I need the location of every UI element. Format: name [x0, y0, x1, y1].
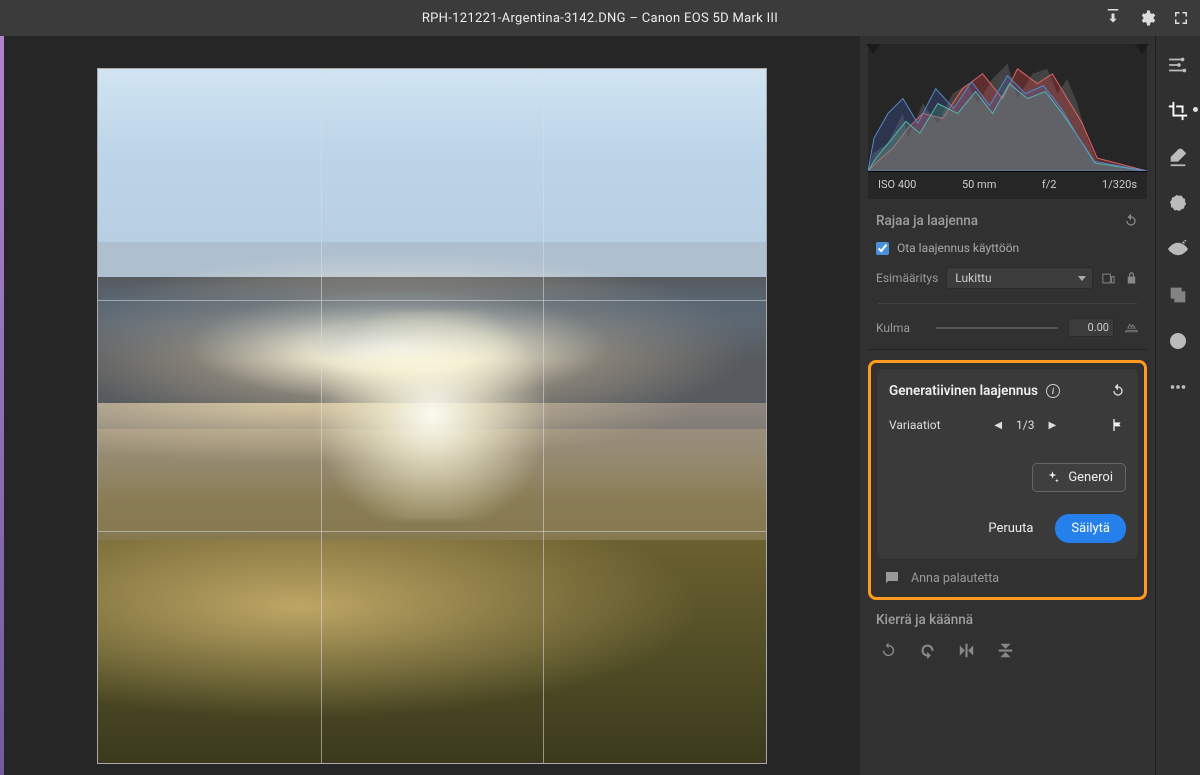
shadow-clip-icon[interactable] — [866, 44, 880, 54]
variations-nav: ◀ 1/3 ▶ — [994, 418, 1056, 432]
topbar: RPH-121221-Argentina-3142.DNG – Canon EO… — [0, 0, 1200, 36]
rotate-icons — [876, 640, 1139, 661]
histogram-section: ISO 400 50 mm f/2 1/320s — [860, 36, 1155, 201]
gear-icon[interactable] — [1138, 9, 1156, 27]
active-tool-indicator — [1193, 107, 1198, 112]
reset-crop-icon[interactable] — [1123, 213, 1139, 229]
shutter-value: 1/320s — [1102, 178, 1137, 191]
enable-expand-label: Ota laajennus käyttöön — [897, 241, 1019, 255]
crop-icon[interactable] — [1167, 100, 1189, 122]
filename: RPH-121221-Argentina-3142.DNG — [422, 11, 626, 26]
angle-slider[interactable] — [936, 327, 1058, 329]
sliders-icon[interactable] — [1167, 54, 1189, 76]
crop-frame[interactable] — [97, 68, 767, 764]
export-icon[interactable] — [1104, 9, 1122, 27]
radial-icon[interactable] — [1167, 192, 1189, 214]
panel-scroll[interactable]: Rajaa ja laajenna Ota laajennus käyttöön… — [860, 201, 1155, 775]
prev-variation-icon[interactable]: ◀ — [994, 420, 1002, 431]
fullscreen-icon[interactable] — [1172, 9, 1190, 27]
generative-highlight: Generatiivinen laajennus i Variaatiot ◀ … — [868, 360, 1147, 600]
rotate-section: Kierrä ja käännä — [868, 600, 1147, 673]
tool-strip — [1155, 36, 1200, 775]
flip-vertical-icon[interactable] — [997, 642, 1014, 659]
next-variation-icon[interactable]: ▶ — [1049, 420, 1057, 431]
flag-icon[interactable] — [1110, 417, 1126, 433]
right-panel: ISO 400 50 mm f/2 1/320s Rajaa ja laajen… — [860, 36, 1155, 775]
generative-title-text: Generatiivinen laajennus — [889, 383, 1038, 399]
rotate-title: Kierrä ja käännä — [876, 612, 973, 628]
angle-row: Kulma — [876, 318, 1139, 337]
angle-label: Kulma — [876, 321, 926, 335]
topbar-actions — [1104, 9, 1190, 27]
straighten-icon[interactable] — [1124, 320, 1139, 335]
generate-button[interactable]: Generoi — [1032, 463, 1126, 492]
canvas-area[interactable] — [4, 36, 860, 775]
angle-input[interactable] — [1068, 318, 1114, 337]
preset-select[interactable]: Lukittu — [946, 267, 1093, 289]
feedback-label: Anna palautetta — [911, 571, 999, 586]
variations-row: Variaatiot ◀ 1/3 ▶ — [889, 417, 1126, 433]
info-icon[interactable]: i — [1046, 384, 1060, 398]
sphere-icon[interactable] — [1167, 330, 1189, 352]
reset-generative-icon[interactable] — [1110, 383, 1126, 399]
document-title: RPH-121221-Argentina-3142.DNG – Canon EO… — [422, 11, 778, 26]
preset-value: Lukittu — [955, 271, 991, 285]
feedback-row[interactable]: Anna palautetta — [877, 559, 1138, 589]
more-icon[interactable] — [1167, 376, 1189, 398]
main-area: ISO 400 50 mm f/2 1/320s Rajaa ja laajen… — [0, 36, 1200, 775]
enable-expand-row[interactable]: Ota laajennus käyttöön — [876, 241, 1139, 255]
enable-expand-checkbox[interactable] — [876, 242, 889, 255]
preset-row: Esimääritys Lukittu — [876, 267, 1139, 289]
aperture-value: f/2 — [1042, 178, 1057, 191]
highlight-clip-icon[interactable] — [1135, 44, 1149, 54]
divider — [878, 303, 1137, 304]
exif-bar: ISO 400 50 mm f/2 1/320s — [868, 172, 1147, 199]
rotate-ccw-icon[interactable] — [880, 642, 897, 659]
rotate-cw-icon[interactable] — [919, 642, 936, 659]
variations-label: Variaatiot — [889, 418, 941, 432]
crop-expand-section: Rajaa ja laajenna Ota laajennus käyttöön… — [868, 201, 1147, 350]
chat-icon — [883, 569, 901, 587]
eraser-icon[interactable] — [1167, 146, 1189, 168]
variation-counter: 1/3 — [1016, 418, 1034, 432]
focal-value: 50 mm — [962, 178, 996, 191]
histogram[interactable] — [868, 44, 1147, 172]
generative-title: Generatiivinen laajennus i — [889, 383, 1060, 399]
crop-section-title: Rajaa ja laajenna — [876, 213, 978, 229]
generative-section: Generatiivinen laajennus i Variaatiot ◀ … — [877, 369, 1138, 559]
redeye-icon[interactable] — [1167, 238, 1189, 260]
photo-preview — [98, 69, 766, 763]
keep-button[interactable]: Säilytä — [1055, 514, 1126, 543]
generative-actions: Peruuta Säilytä — [889, 514, 1126, 543]
title-separator: – — [626, 11, 642, 26]
lock-icon[interactable] — [1124, 271, 1139, 286]
cancel-button[interactable]: Peruuta — [988, 521, 1033, 536]
preset-label: Esimääritys — [876, 271, 938, 285]
orientation-icon[interactable] — [1101, 271, 1116, 286]
iso-value: ISO 400 — [878, 178, 916, 191]
generate-label: Generoi — [1068, 470, 1113, 485]
sparkle-icon — [1045, 470, 1060, 485]
camera-model: Canon EOS 5D Mark III — [642, 11, 778, 26]
flip-horizontal-icon[interactable] — [958, 642, 975, 659]
layers-icon[interactable] — [1167, 284, 1189, 306]
